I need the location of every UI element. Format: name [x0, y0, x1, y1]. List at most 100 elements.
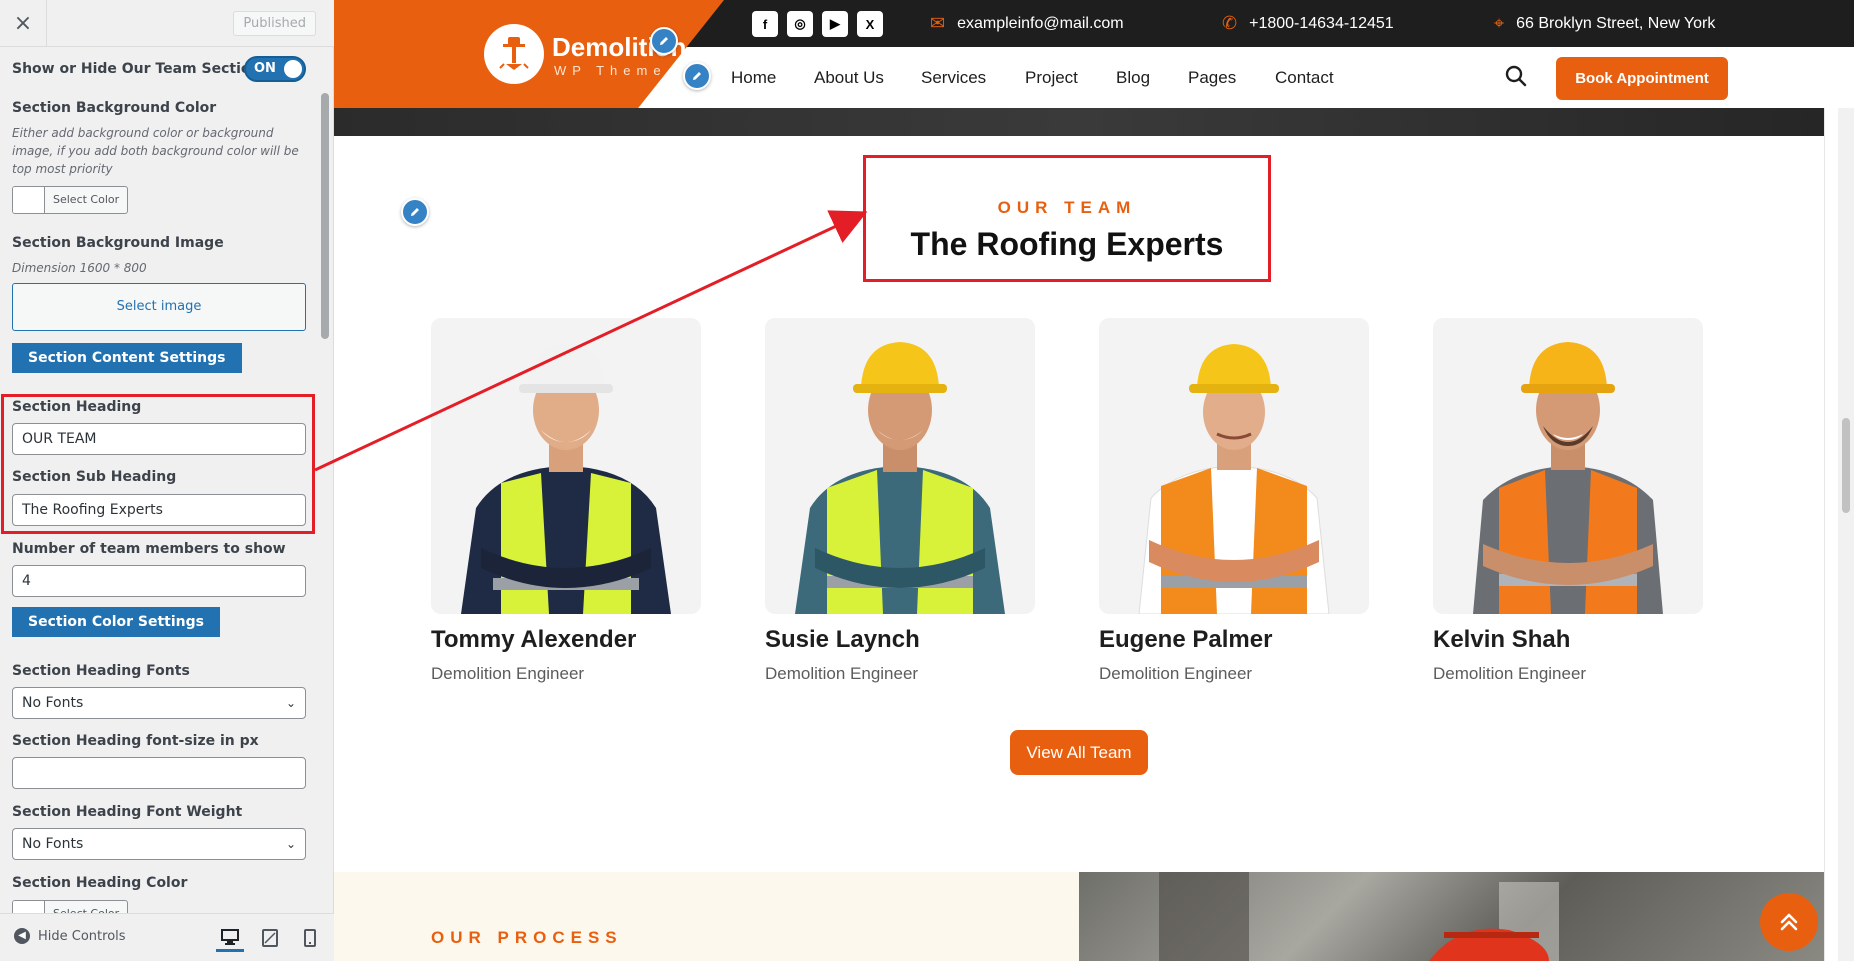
scrollbar-thumb[interactable]	[1842, 418, 1850, 513]
heading-color-picker[interactable]: Select Color	[12, 900, 129, 913]
email-text: exampleinfo@mail.com	[957, 14, 1124, 32]
heading-fonts-label: Section Heading Fonts	[12, 663, 190, 679]
bg-color-label: Section Background Color	[12, 100, 217, 116]
hero-image-bottom	[334, 108, 1824, 136]
team-member-name: Eugene Palmer	[1099, 626, 1273, 653]
team-member-role: Demolition Engineer	[1433, 664, 1587, 683]
worker-illustration	[1473, 342, 1663, 614]
close-icon[interactable]: ×	[0, 0, 47, 47]
team-member-photo	[1433, 318, 1703, 614]
scrollbar-thumb[interactable]	[321, 93, 329, 339]
phone-text: +1800-14634-12451	[1249, 14, 1394, 32]
hide-controls-label: Hide Controls	[38, 928, 126, 944]
heading-color-label: Section Heading Color	[12, 875, 188, 891]
process-image	[1079, 872, 1824, 961]
customizer-header: × Published	[0, 0, 334, 47]
team-card[interactable]: Eugene Palmer Demolition Engineer	[1099, 318, 1369, 684]
worker-illustration	[461, 344, 671, 614]
contact-phone[interactable]: ✆ +1800-14634-12451	[1222, 13, 1394, 34]
desktop-preview-icon[interactable]	[216, 924, 244, 952]
chevron-down-icon: ⌄	[285, 696, 296, 710]
nav-home[interactable]: Home	[731, 68, 776, 88]
bg-color-description: Either add background color or backgroun…	[12, 126, 299, 176]
nav-about-us[interactable]: About Us	[814, 68, 884, 88]
heading-weight-select[interactable]: No Fonts ⌄	[12, 828, 306, 860]
email-icon: ✉	[930, 13, 946, 33]
chevron-down-icon: ⌄	[285, 837, 296, 851]
chevron-up-icon	[1780, 913, 1798, 931]
heading-fonts-select[interactable]: No Fonts ⌄	[12, 687, 306, 719]
team-section-toggle[interactable]: ON	[244, 56, 306, 82]
toggle-state: ON	[254, 61, 276, 76]
team-member-role: Demolition Engineer	[1099, 664, 1253, 683]
team-member-name: Susie Laynch	[765, 626, 920, 653]
contact-email[interactable]: ✉ exampleinfo@mail.com	[930, 13, 1124, 34]
team-card[interactable]: Kelvin Shah Demolition Engineer	[1433, 318, 1703, 684]
toggle-label: Show or Hide Our Team Section	[12, 61, 261, 77]
heading-fontsize-label: Section Heading font-size in px	[12, 733, 259, 749]
team-card[interactable]: Tommy Alexender Demolition Engineer	[431, 318, 701, 684]
location-icon: ⌖	[1494, 13, 1505, 33]
team-member-name: Kelvin Shah	[1433, 626, 1571, 653]
team-member-name: Tommy Alexender	[431, 626, 637, 653]
bg-image-label: Section Background Image	[12, 235, 224, 251]
hide-controls-button[interactable]: ◀ Hide Controls	[14, 928, 126, 944]
toggle-knob	[284, 60, 302, 78]
youtube-icon[interactable]: ▶	[822, 11, 848, 37]
nav-contact[interactable]: Contact	[1275, 68, 1334, 88]
phone-icon: ✆	[1222, 13, 1238, 33]
facebook-icon[interactable]: f	[752, 11, 778, 37]
sidebar-scrollbar[interactable]	[320, 47, 330, 913]
collapse-icon: ◀	[14, 928, 30, 944]
team-member-role: Demolition Engineer	[431, 664, 585, 683]
select-color-label: Select Color	[45, 901, 127, 913]
select-color-label: Select Color	[53, 193, 120, 206]
worker-illustration	[1138, 344, 1330, 614]
page-edge	[1824, 108, 1838, 961]
team-member-photo	[431, 318, 701, 614]
edit-shortcut-icon[interactable]	[401, 198, 429, 226]
site-preview: Demolition WP Theme f ◎ ▶ X ✉ exampleinf…	[334, 0, 1854, 961]
process-heading: OUR PROCESS	[431, 928, 623, 947]
back-to-top-button[interactable]	[1760, 893, 1818, 951]
team-member-photo	[1099, 318, 1369, 614]
color-settings-button[interactable]: Section Color Settings	[12, 607, 220, 637]
heading-fonts-value: No Fonts	[22, 695, 84, 711]
contact-address: ⌖ 66 Broklyn Street, New York	[1494, 13, 1715, 34]
members-count-input[interactable]: 4	[12, 565, 306, 597]
customizer-footer: ◀ Hide Controls	[0, 913, 334, 961]
heading-fontsize-input[interactable]	[12, 757, 306, 789]
members-count-label: Number of team members to show	[12, 541, 286, 557]
content-settings-button[interactable]: Section Content Settings	[12, 343, 242, 373]
section-subheading: The Roofing Experts	[910, 226, 1224, 262]
preview-scrollbar[interactable]	[1838, 108, 1854, 961]
mobile-preview-icon[interactable]	[296, 924, 324, 952]
instagram-icon[interactable]: ◎	[787, 11, 813, 37]
x-twitter-icon[interactable]: X	[857, 11, 883, 37]
edit-shortcut-icon[interactable]	[650, 27, 678, 55]
bg-image-description: Dimension 1600 * 800	[12, 261, 147, 275]
tablet-preview-icon[interactable]	[256, 924, 284, 952]
nav-pages[interactable]: Pages	[1188, 68, 1236, 88]
worker-illustration	[795, 342, 1005, 614]
color-swatch	[13, 187, 45, 213]
highlight-box-controls	[1, 394, 315, 534]
edit-shortcut-icon[interactable]	[683, 62, 711, 90]
team-member-role: Demolition Engineer	[765, 664, 919, 683]
nav-project[interactable]: Project	[1025, 68, 1078, 88]
nav-services[interactable]: Services	[921, 68, 986, 88]
customizer-sidebar: × Published Show or Hide Our Team Sectio…	[0, 0, 334, 961]
view-all-team-button[interactable]: View All Team	[1010, 730, 1148, 775]
nav-blog[interactable]: Blog	[1116, 68, 1150, 88]
book-appointment-button[interactable]: Book Appointment	[1556, 57, 1728, 100]
bg-color-picker[interactable]: Select Color	[12, 186, 129, 214]
color-swatch	[13, 901, 45, 913]
heading-weight-value: No Fonts	[22, 836, 84, 852]
published-button[interactable]: Published	[233, 11, 316, 36]
team-member-photo	[765, 318, 1035, 614]
address-text: 66 Broklyn Street, New York	[1516, 14, 1716, 32]
team-card[interactable]: Susie Laynch Demolition Engineer	[765, 318, 1035, 684]
select-image-button[interactable]: Select image	[12, 283, 306, 331]
heading-weight-label: Section Heading Font Weight	[12, 804, 243, 820]
search-icon[interactable]	[1504, 64, 1528, 88]
